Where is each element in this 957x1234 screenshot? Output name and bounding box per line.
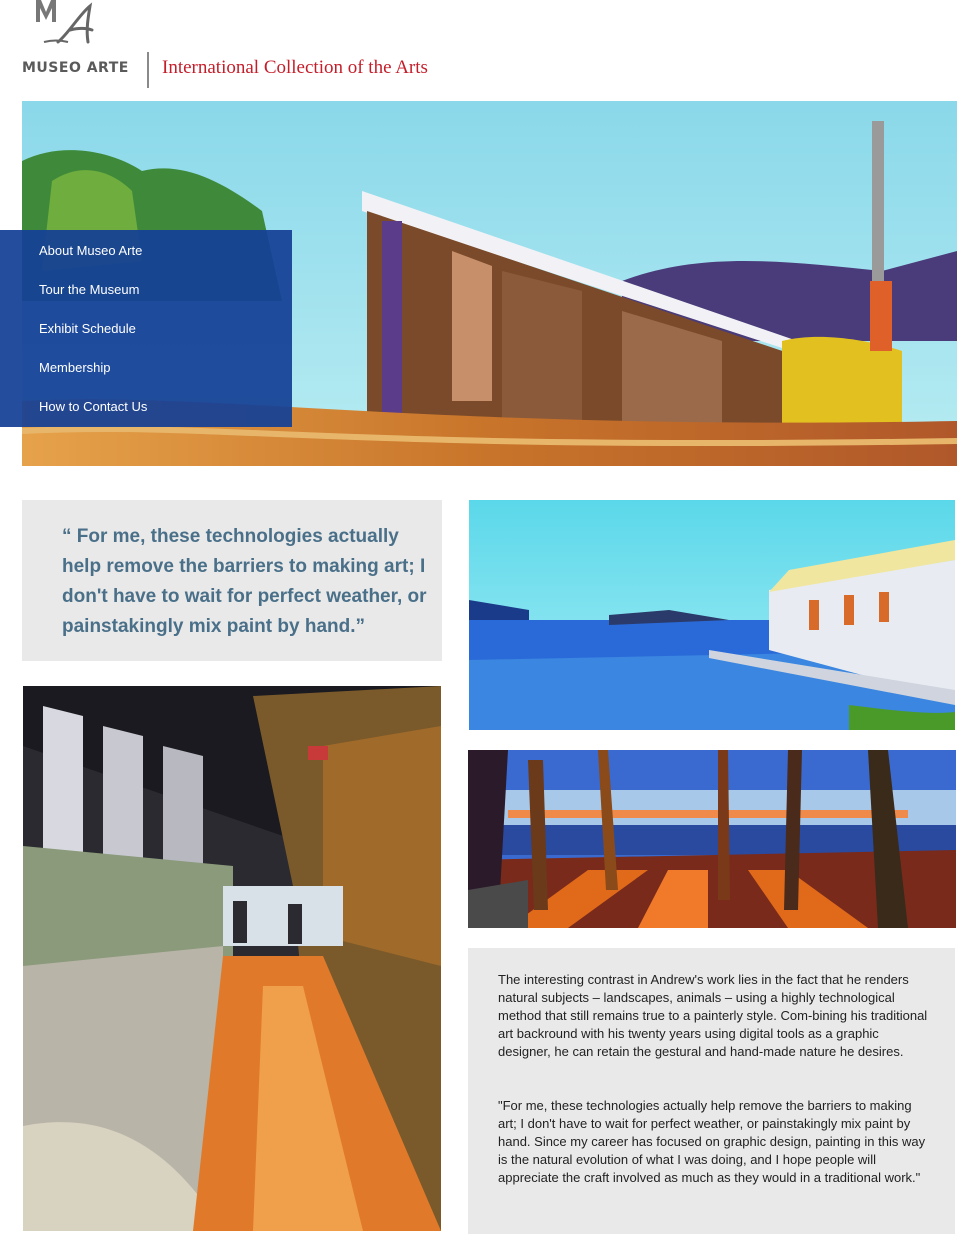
article-paragraph-1: The interesting contrast in Andrew's wor… xyxy=(498,972,928,1059)
nav-item-tour[interactable]: Tour the Museum xyxy=(39,282,139,297)
logo-wordmark: MUSEO ARTE xyxy=(22,60,129,76)
article-panel: The interesting contrast in Andrew's wor… xyxy=(468,948,955,1234)
nav-item-membership[interactable]: Membership xyxy=(39,360,111,375)
nav-item-exhibit-schedule[interactable]: Exhibit Schedule xyxy=(39,321,136,336)
museo-arte-logo[interactable]: MUSEO ARTE xyxy=(22,0,147,90)
pull-quote: “ For me, these technologies actually he… xyxy=(62,526,427,637)
nav-item-contact[interactable]: How to Contact Us xyxy=(39,399,147,414)
waterfront-painting xyxy=(469,500,955,730)
logo-monogram-icon xyxy=(36,0,94,44)
site-tagline: International Collection of the Arts xyxy=(162,57,428,78)
nav-item-about[interactable]: About Museo Arte xyxy=(39,243,142,258)
main-nav: About Museo Arte Tour the Museum Exhibit… xyxy=(0,230,292,427)
forest-painting xyxy=(468,750,956,928)
corridor-painting xyxy=(23,686,441,1231)
article-paragraph-2: "For me, these technologies actually hel… xyxy=(498,1098,926,1185)
header-divider xyxy=(147,52,149,88)
quote-panel: “ For me, these technologies actually he… xyxy=(22,500,442,661)
